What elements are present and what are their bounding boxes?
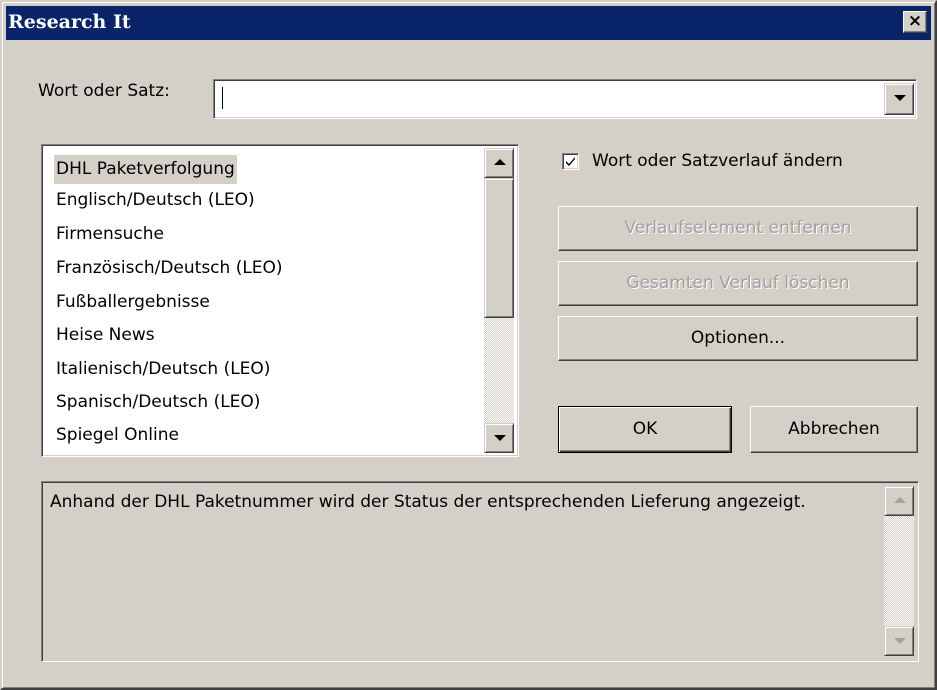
list-item[interactable]: Fußballergebnisse	[54, 288, 212, 317]
description-box: Anhand der DHL Paketnummer wird der Stat…	[41, 481, 919, 662]
cancel-button-label: Abbrechen	[788, 419, 880, 439]
list-scroll-thumb[interactable]	[484, 178, 514, 318]
arrow-up-icon	[894, 497, 906, 503]
search-label: Wort oder Satz:	[38, 81, 170, 101]
research-it-dialog: Research It × Wort oder Satz: DHL Paketv…	[0, 0, 937, 690]
list-scroll-down-button[interactable]	[484, 423, 514, 453]
history-checkbox-label[interactable]: Wort oder Satzverlauf ändern	[592, 151, 843, 171]
text-caret	[222, 87, 223, 109]
clear-history-label: Gesamten Verlauf löschen	[626, 273, 850, 293]
list-item[interactable]: Französisch/Deutsch (LEO)	[54, 254, 285, 283]
list-item[interactable]: Firmensuche	[54, 220, 166, 249]
history-checkbox[interactable]	[562, 153, 579, 170]
research-list[interactable]: DHL Paketverfolgung Englisch/Deutsch (LEO…	[41, 144, 519, 457]
description-text: Anhand der DHL Paketnummer wird der Stat…	[50, 492, 806, 512]
arrow-up-icon	[494, 159, 506, 165]
chevron-down-icon	[894, 95, 906, 101]
search-input[interactable]	[218, 85, 868, 111]
title-bar[interactable]: Research It ×	[6, 6, 931, 40]
list-item[interactable]: DHL Paketverfolgung	[54, 155, 237, 184]
list-item[interactable]: Italienisch/Deutsch (LEO)	[54, 355, 272, 384]
window-title: Research It	[8, 11, 131, 33]
list-item[interactable]: Spanisch/Deutsch (LEO)	[54, 388, 262, 417]
remove-history-item-button[interactable]: Verlaufselement entfernen	[558, 206, 918, 251]
options-button[interactable]: Optionen...	[558, 316, 918, 361]
close-button[interactable]: ×	[903, 11, 927, 33]
list-item[interactable]: Heise News	[54, 321, 157, 350]
list-item[interactable]: Spiegel Online	[54, 421, 181, 450]
clear-history-button[interactable]: Gesamten Verlauf löschen	[558, 261, 918, 306]
ok-button[interactable]: OK	[558, 406, 732, 453]
ok-button-label: OK	[632, 419, 658, 439]
cancel-button[interactable]: Abbrechen	[750, 406, 918, 453]
search-dropdown-button[interactable]	[884, 83, 914, 115]
arrow-down-icon	[894, 638, 906, 644]
arrow-down-icon	[494, 435, 506, 441]
research-list-items: DHL Paketverfolgung Englisch/Deutsch (LEO…	[42, 145, 482, 454]
description-scroll-up-button[interactable]	[884, 486, 914, 516]
remove-history-item-label: Verlaufselement entfernen	[624, 218, 852, 238]
options-button-label: Optionen...	[690, 328, 786, 348]
search-combobox[interactable]	[213, 79, 917, 119]
description-scroll-down-button[interactable]	[884, 626, 914, 656]
list-scroll-up-button[interactable]	[484, 148, 514, 178]
description-scroll-track[interactable]	[884, 516, 914, 626]
checkmark-icon	[566, 157, 575, 166]
list-item[interactable]: Englisch/Deutsch (LEO)	[54, 186, 257, 215]
list-scroll-track[interactable]	[484, 178, 514, 423]
